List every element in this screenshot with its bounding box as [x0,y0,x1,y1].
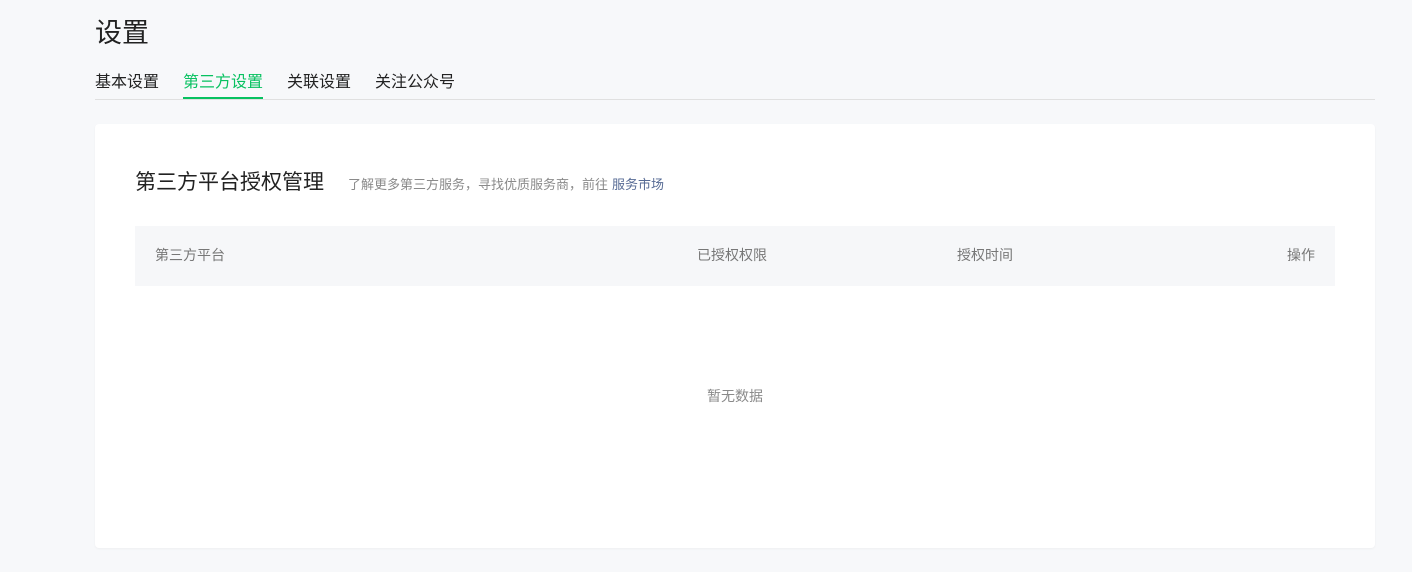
column-header-actions: 操作 [1287,248,1315,264]
authorization-card: 第三方平台授权管理 了解更多第三方服务，寻找优质服务商，前往 服务市场 第三方平… [95,124,1375,548]
tab-follow-official-account[interactable]: 关注公众号 [375,68,455,99]
table-header: 第三方平台 已授权权限 授权时间 操作 [135,226,1335,286]
tab-association-settings[interactable]: 关联设置 [287,68,351,99]
card-header: 第三方平台授权管理 了解更多第三方服务，寻找优质服务商，前往 服务市场 [135,166,664,196]
tab-basic-settings[interactable]: 基本设置 [95,68,159,99]
column-header-auth-time: 授权时间 [957,248,1013,264]
settings-page: 设置 基本设置 第三方设置 关联设置 关注公众号 第三方平台授权管理 了解更多第… [0,0,1412,572]
settings-tabs: 基本设置 第三方设置 关联设置 关注公众号 [95,68,1375,100]
empty-state-text: 暂无数据 [707,389,763,405]
card-description: 了解更多第三方服务，寻找优质服务商，前往 [348,178,609,193]
column-header-platform: 第三方平台 [155,248,225,264]
column-header-permissions: 已授权权限 [697,248,767,264]
page-title: 设置 [95,18,149,49]
service-market-link[interactable]: 服务市场 [612,174,664,193]
tab-third-party-settings[interactable]: 第三方设置 [183,68,264,99]
card-title: 第三方平台授权管理 [135,170,324,194]
